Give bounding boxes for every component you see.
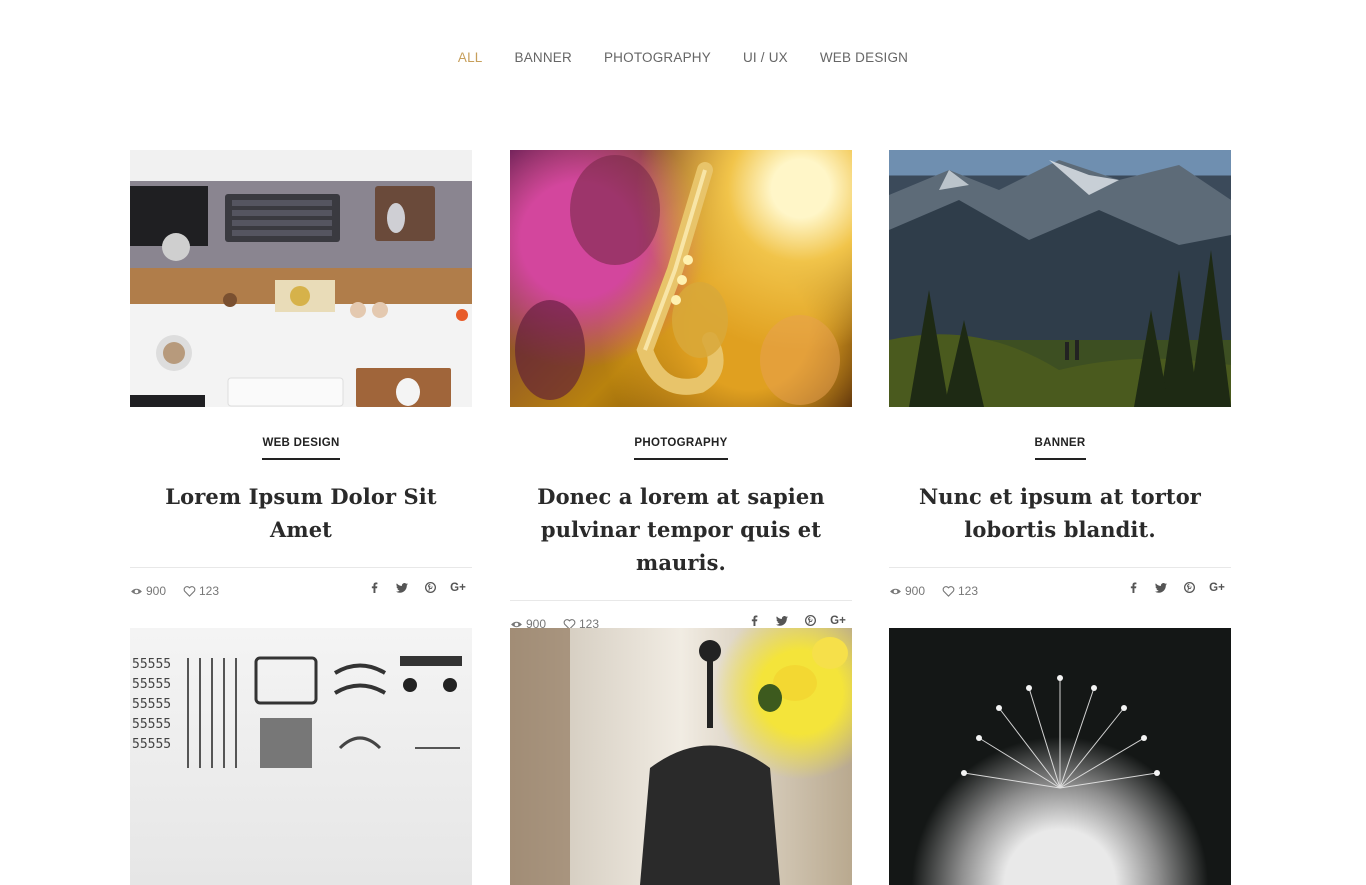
post-card-5	[510, 628, 852, 885]
svg-text:55555: 55555	[132, 657, 171, 672]
google-plus-icon[interactable]: G+	[1203, 582, 1231, 594]
mountain-illustration	[889, 160, 1231, 407]
desk-illustration	[130, 186, 468, 407]
portfolio-filter-nav: ALL BANNER PHOTOGRAPHY UI / UX WEB DESIG…	[0, 50, 1366, 65]
share-links: G+	[1119, 582, 1231, 594]
post-card-4: 55555 55555 55555 55555 55555	[130, 628, 472, 885]
post-meta: 900 123 G+	[130, 567, 472, 612]
typewriter-parts-illustration: 55555 55555 55555 55555 55555	[132, 656, 462, 768]
post-category[interactable]: WEB DESIGN	[262, 437, 340, 460]
twitter-icon[interactable]	[388, 582, 416, 594]
post-card-3: BANNER Nunc et ipsum at tortor lobortis …	[889, 150, 1231, 612]
heart-icon	[183, 585, 196, 597]
svg-text:55555: 55555	[132, 737, 171, 752]
facebook-icon[interactable]	[360, 582, 388, 594]
post-card-6	[889, 628, 1231, 885]
post-category[interactable]: BANNER	[1034, 437, 1086, 460]
twitter-icon[interactable]	[768, 615, 796, 627]
post-card-2: PHOTOGRAPHY Donec a lorem at sapien pulv…	[510, 150, 852, 645]
google-plus-icon[interactable]: G+	[824, 615, 852, 627]
post-card-1: WEB DESIGN Lorem Ipsum Dolor Sit Amet 90…	[130, 150, 472, 612]
filter-photography[interactable]: PHOTOGRAPHY	[604, 50, 711, 65]
facebook-icon[interactable]	[1119, 582, 1147, 594]
post-image-dandelion[interactable]	[889, 628, 1231, 885]
post-image-mountains[interactable]	[889, 150, 1231, 407]
likes-count[interactable]: 123	[942, 584, 978, 598]
post-category[interactable]: PHOTOGRAPHY	[634, 437, 728, 460]
post-image-teapot[interactable]	[510, 628, 852, 885]
teapot-illustration	[510, 628, 848, 885]
svg-text:55555: 55555	[132, 717, 171, 732]
post-meta: 900 123 G+	[889, 567, 1231, 612]
views-count: 900	[889, 584, 925, 598]
pinterest-icon[interactable]	[416, 582, 444, 594]
filter-web-design[interactable]: WEB DESIGN	[820, 50, 908, 65]
svg-text:55555: 55555	[132, 697, 171, 712]
filter-ui-ux[interactable]: UI / UX	[743, 50, 788, 65]
views-count: 900	[130, 584, 166, 598]
google-plus-icon[interactable]: G+	[444, 582, 472, 594]
facebook-icon[interactable]	[740, 615, 768, 627]
svg-text:55555: 55555	[132, 677, 171, 692]
filter-banner[interactable]: BANNER	[515, 50, 572, 65]
post-title[interactable]: Donec a lorem at sapien pulvinar tempor …	[514, 480, 848, 579]
share-links: G+	[360, 582, 472, 594]
post-title[interactable]: Lorem Ipsum Dolor Sit Amet	[134, 480, 468, 546]
post-image-typewriter-parts[interactable]: 55555 55555 55555 55555 55555	[130, 628, 472, 885]
likes-count[interactable]: 123	[183, 584, 219, 598]
twitter-icon[interactable]	[1147, 582, 1175, 594]
post-image-desk[interactable]	[130, 150, 472, 407]
post-title[interactable]: Nunc et ipsum at tortor lobortis blandit…	[893, 480, 1227, 546]
heart-icon	[942, 585, 955, 597]
pinterest-icon[interactable]	[796, 615, 824, 627]
eye-icon	[890, 588, 901, 594]
filter-all[interactable]: ALL	[458, 50, 483, 65]
eye-icon	[131, 588, 142, 594]
post-image-saxophone[interactable]	[510, 150, 852, 407]
pinterest-icon[interactable]	[1175, 582, 1203, 594]
saxophone-illustration	[515, 155, 840, 405]
dandelion-illustration	[961, 675, 1160, 789]
share-links: G+	[740, 615, 852, 627]
